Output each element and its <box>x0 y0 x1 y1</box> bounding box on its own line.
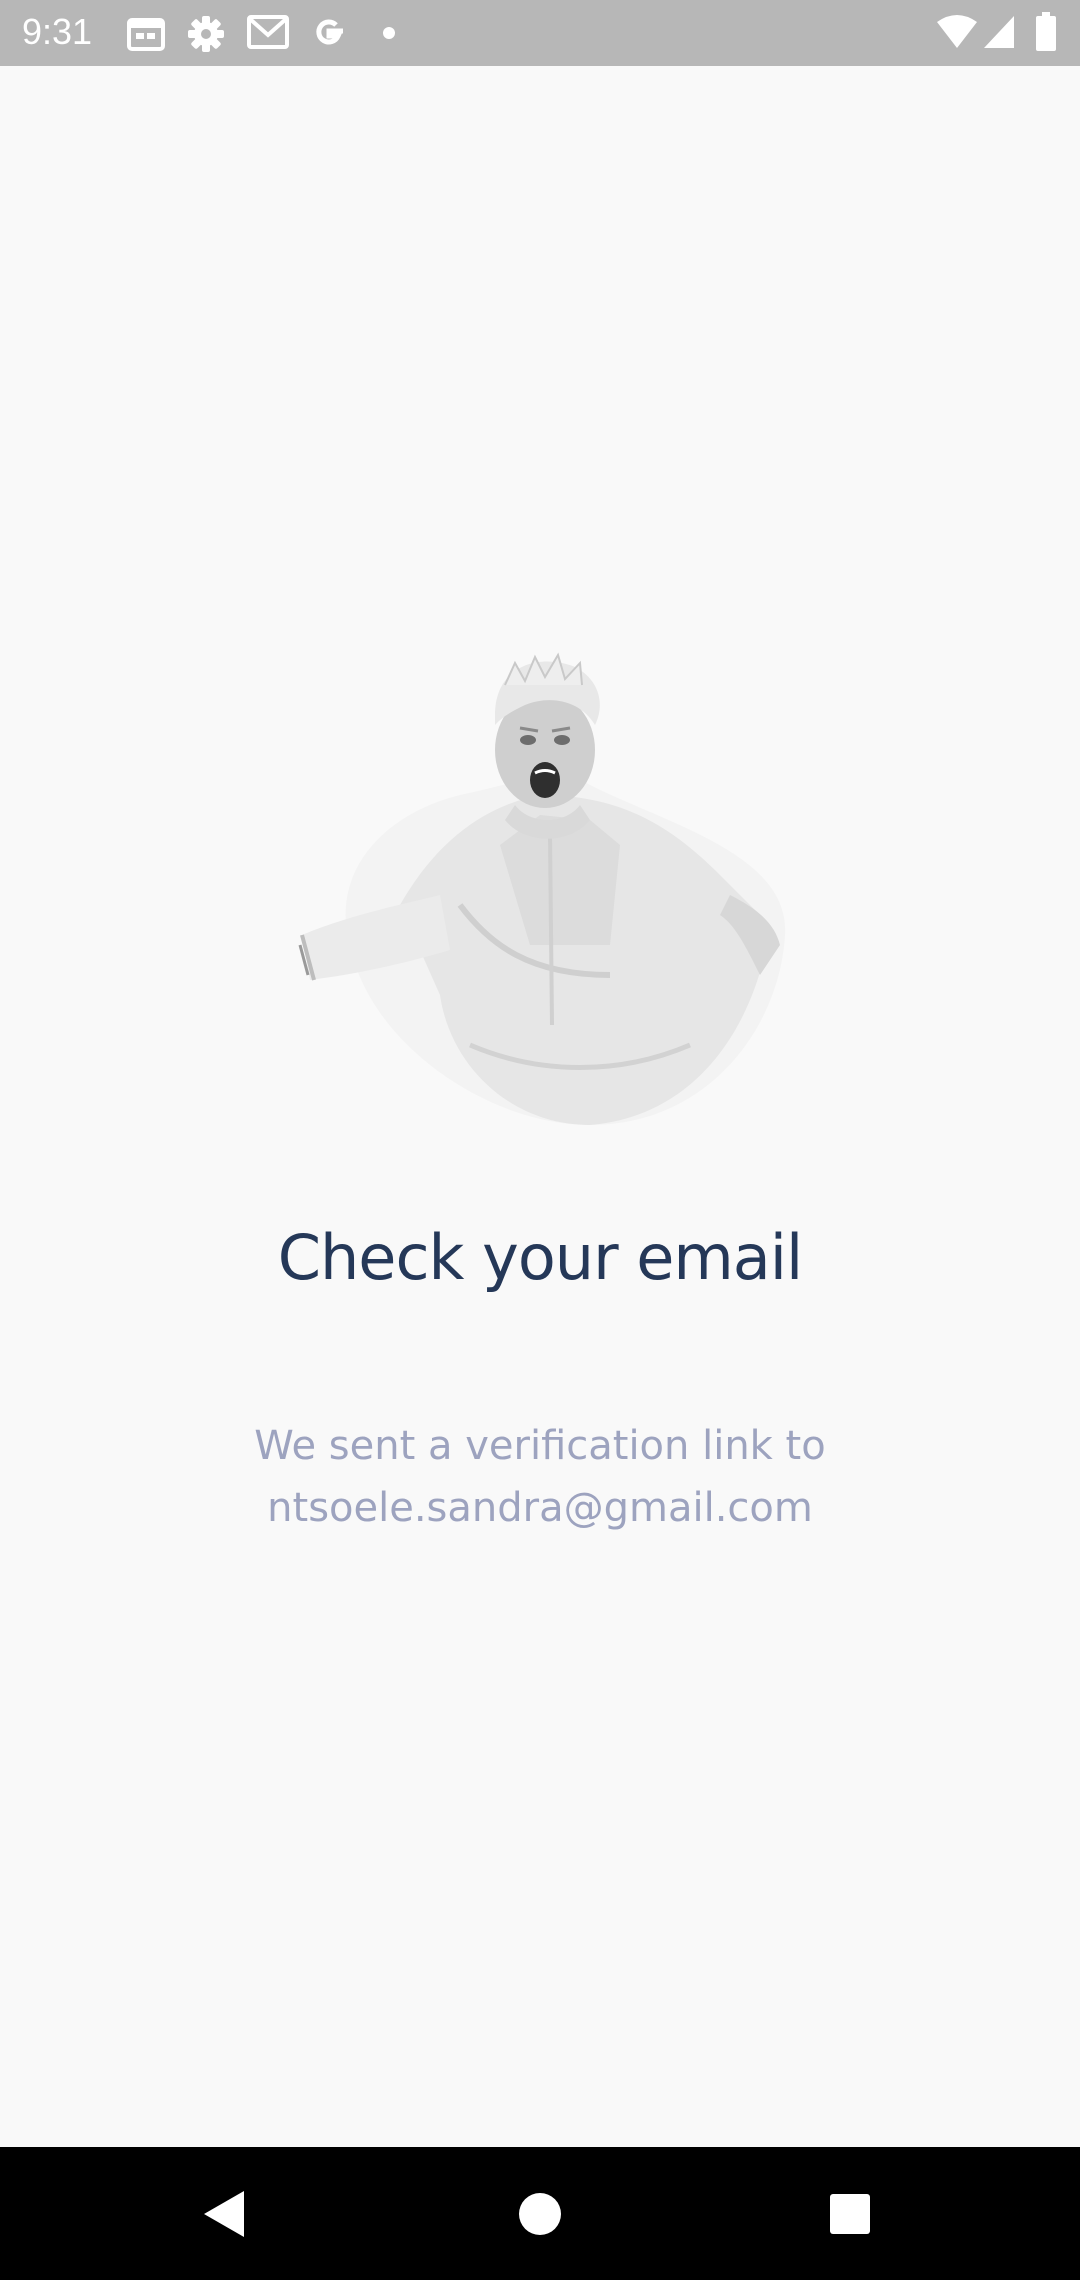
verification-message: We sent a verification link to ntsoele.s… <box>140 1415 940 1539</box>
recents-button[interactable] <box>817 2181 883 2247</box>
home-button[interactable] <box>507 2181 573 2247</box>
back-button[interactable] <box>192 2181 258 2247</box>
verification-email: ntsoele.sandra@gmail.com <box>267 1485 813 1531</box>
calendar-icon <box>126 14 166 57</box>
gmail-icon <box>247 14 289 55</box>
notification-dot-icon <box>383 26 395 44</box>
battery-icon <box>1035 12 1057 57</box>
settings-icon <box>186 14 226 59</box>
status-time: 9:31 <box>22 11 93 52</box>
chef-shouting-illustration <box>290 645 800 1135</box>
verification-message-line: We sent a verification link to <box>254 1423 826 1469</box>
home-icon <box>519 2193 561 2235</box>
cell-signal-icon <box>982 14 1016 55</box>
page-title: Check your email <box>277 1221 804 1294</box>
system-nav-bar <box>0 2147 1080 2280</box>
back-icon <box>204 2191 244 2237</box>
google-icon <box>310 14 348 57</box>
recents-icon <box>830 2194 870 2234</box>
status-bar: 9:31 <box>0 0 1080 66</box>
wifi-icon <box>936 14 978 55</box>
